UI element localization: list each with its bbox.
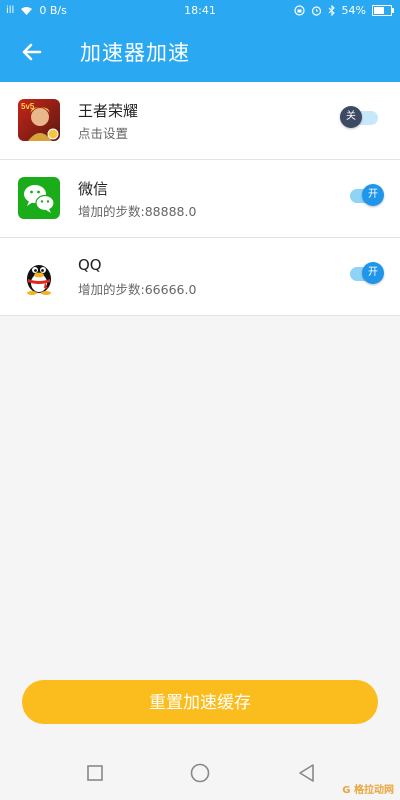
app-name: 王者荣耀 [78, 102, 139, 120]
app-name: 微信 [78, 180, 109, 198]
status-right: 54% [293, 4, 394, 17]
toggle-knob: 开 [362, 262, 384, 284]
app-subtitle: 增加的步数:66666.0 [78, 282, 197, 297]
list-item-honor-of-kings[interactable]: 5v5 王者荣耀 点击设置 关 [0, 82, 400, 160]
qq-penguin-icon [18, 255, 60, 297]
list-item-qq[interactable]: QQ 增加的步数:66666.0 开 [0, 238, 400, 316]
system-nav-bar: G 格拉动网 [0, 748, 400, 800]
battery-percent: 54% [341, 4, 366, 17]
battery-icon [372, 5, 394, 16]
list-item-wechat[interactable]: 微信 增加的步数:88888.0 开 [0, 160, 400, 238]
wechat-icon [18, 177, 60, 219]
svg-text:5v5: 5v5 [21, 102, 35, 111]
app-subtitle: 点击设置 [78, 126, 129, 141]
watermark-logo: G 格拉动网 [342, 785, 394, 796]
bluetooth-icon [328, 5, 335, 16]
alarm-icon [311, 6, 321, 16]
app-list: 5v5 王者荣耀 点击设置 关 微信 增加的步数:88888.0 开 QQ 增加… [0, 82, 400, 316]
honor-of-kings-icon: 5v5 [18, 99, 60, 141]
app-subtitle: 增加的步数:88888.0 [78, 204, 197, 219]
page-title: 加速器加速 [80, 41, 190, 65]
toggle-honor-of-kings[interactable]: 关 [340, 106, 378, 128]
square-icon[interactable] [84, 762, 106, 784]
app-bar: 加速器加速 [0, 22, 400, 82]
arrow-left-icon[interactable] [18, 38, 46, 66]
status-bar: ill 0 B/s 18:41 54% [0, 0, 400, 22]
app-name: QQ [78, 256, 102, 274]
lock-rotation-icon [293, 5, 305, 16]
toggle-wechat[interactable]: 开 [350, 184, 384, 206]
reset-cache-button[interactable]: 重置加速缓存 [22, 680, 378, 724]
toggle-knob: 关 [340, 106, 362, 128]
triangle-back-icon[interactable] [296, 762, 318, 784]
toggle-qq[interactable]: 开 [350, 262, 384, 284]
circle-icon[interactable] [189, 762, 211, 784]
toggle-knob: 开 [362, 184, 384, 206]
